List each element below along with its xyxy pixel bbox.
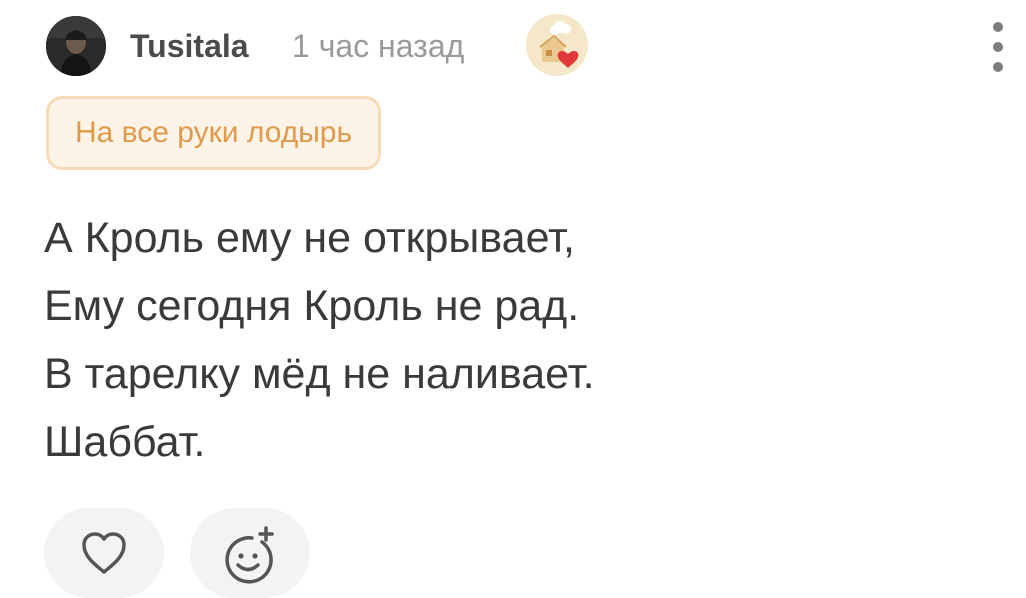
comment-line: Ему сегодня Кроль не рад. <box>44 282 580 330</box>
comment-timestamp: 1 час назад <box>292 28 465 64</box>
like-button[interactable] <box>44 508 164 598</box>
smiley-add-icon <box>225 526 274 584</box>
comment-text: А Кроль ему не открывает, Ему сегодня Кр… <box>44 204 595 476</box>
more-options-button[interactable] <box>980 20 1016 74</box>
avatar-photo-icon <box>46 16 106 76</box>
dot-icon <box>993 62 1003 72</box>
heart-outline-icon <box>82 532 126 574</box>
dot-icon <box>993 22 1003 32</box>
comment-line: А Кроль ему не открывает, <box>44 214 575 262</box>
cook-badge-icon[interactable] <box>526 14 588 76</box>
username[interactable]: Tusitala <box>130 28 249 64</box>
user-status-tag: На все руки лодырь <box>46 96 382 170</box>
add-reaction-button[interactable] <box>190 508 310 598</box>
user-avatar[interactable] <box>46 16 106 76</box>
comment-line: Шаббат. <box>44 418 206 466</box>
dot-icon <box>993 42 1003 52</box>
comment-card: Tusitala 1 час назад На все руки лодырь … <box>0 0 1026 598</box>
comment-line: В тарелку мёд не наливает. <box>44 350 595 398</box>
